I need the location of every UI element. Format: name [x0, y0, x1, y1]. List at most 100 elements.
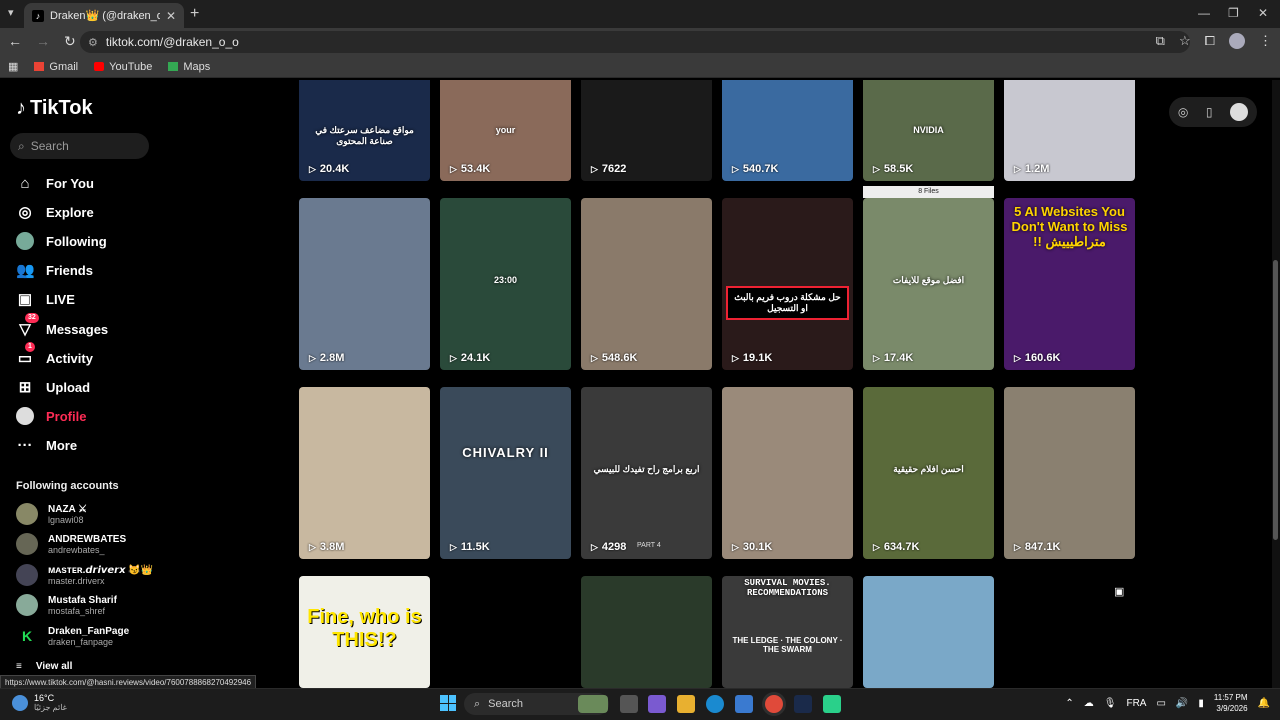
video-card[interactable]: NVIDIA ▷ 58.5K	[863, 80, 994, 181]
weather-temp: 16°C	[34, 693, 55, 703]
video-card[interactable]: حل مشكلة دروب فريم بالبث او التسجيل ▷ 19.1…	[722, 198, 853, 370]
steam-icon[interactable]	[794, 695, 812, 713]
volume-icon[interactable]: 🔊	[1176, 698, 1188, 709]
tiktok-favicon-icon: ♪	[32, 9, 44, 22]
tiktok-logo[interactable]: ♪ TikTok	[16, 97, 93, 120]
profile-avatar[interactable]	[1230, 103, 1249, 121]
video-card[interactable]: your ▷ 53.4K	[440, 80, 571, 181]
search-input[interactable]: ⌕ Search	[10, 133, 149, 159]
video-card[interactable]: Fine, who is THIS!?	[299, 576, 430, 688]
video-card[interactable]: CHIVALRY II ▷ 11.5K	[440, 387, 571, 559]
language-indicator[interactable]: FRA	[1126, 698, 1146, 709]
nav-explore[interactable]: ◎ Explore	[16, 202, 93, 222]
video-card[interactable]: ▷ 548.6K	[581, 198, 712, 370]
chrome-menu-icon[interactable]: ⋮	[1259, 33, 1272, 49]
browser-tab[interactable]: ♪ Draken👑 (@draken_o_o) | Tik ✕	[24, 3, 184, 28]
extensions-icon[interactable]: ⧠	[1205, 33, 1215, 49]
battery-icon[interactable]: ▮	[1198, 698, 1204, 709]
video-card[interactable]: SURVIVAL MOVIES. RECOMMENDATIONS THE LEDG…	[722, 576, 853, 688]
play-icon: ▷	[732, 163, 739, 174]
weather-widget[interactable]: 16°C غائم جزئيًا	[12, 693, 67, 712]
close-tab-icon[interactable]: ✕	[166, 9, 176, 23]
nav-live[interactable]: ▣ LIVE	[16, 289, 75, 309]
play-icon: ▷	[1014, 541, 1021, 552]
view-count: ▷ 634.7K	[873, 541, 919, 553]
widgets-icon[interactable]	[648, 695, 666, 713]
chrome-profile-avatar[interactable]	[1229, 33, 1245, 49]
store-icon[interactable]	[735, 695, 753, 713]
following-account[interactable]: Mustafa Sharif mostafa_shref	[16, 594, 117, 616]
phone-icon[interactable]: ▯	[1206, 105, 1213, 119]
account-name: Mustafa Sharif	[48, 594, 117, 606]
video-card[interactable]: ▷ 30.1K	[722, 387, 853, 559]
edge-icon[interactable]	[706, 695, 724, 713]
network-icon[interactable]: ▭	[1156, 698, 1165, 709]
video-card[interactable]: ▷ 2.8M	[299, 198, 430, 370]
following-account[interactable]: ANDREWBATES andrewbates_	[16, 533, 126, 555]
video-card[interactable]: احسن افلام حقيقية ▷ 634.7K	[863, 387, 994, 559]
following-account[interactable]: K Draken_FanPage draken_fanpage	[16, 625, 129, 647]
bookmark-star-icon[interactable]: ☆	[1179, 33, 1191, 49]
chrome-icon[interactable]	[765, 695, 783, 713]
bookmark-youtube[interactable]: YouTube	[94, 61, 152, 73]
task-view-icon[interactable]	[620, 695, 638, 713]
site-info-icon[interactable]: ⚙	[88, 36, 98, 49]
restore-icon[interactable]: ❐	[1228, 6, 1239, 20]
app-icon[interactable]	[823, 695, 841, 713]
video-card[interactable]: ▷ 1.2M	[1004, 80, 1135, 181]
following-account[interactable]: NAZA ⚔ lgnawi08	[16, 503, 87, 525]
scrollbar-thumb[interactable]	[1273, 260, 1278, 540]
cloud-icon[interactable]: ☁	[1084, 698, 1094, 709]
back-icon[interactable]: ←	[8, 33, 22, 50]
play-icon: ▷	[450, 352, 457, 363]
cast-icon[interactable]: ⧉	[1156, 33, 1165, 49]
clock[interactable]: 11:57 PM 3/9/2026	[1214, 692, 1248, 714]
new-tab-icon[interactable]: +	[190, 5, 199, 23]
taskbar-search-label: Search	[488, 698, 524, 710]
view-all-button[interactable]: ≡ View all	[16, 661, 72, 672]
view-all-label: View all	[35, 661, 73, 672]
windows-start-icon[interactable]	[440, 695, 456, 711]
video-card[interactable]: مواقع مضاعف سرعتك في صناعة المحتوى ▷ 20.4K	[299, 80, 430, 181]
view-count-value: 30.1K	[742, 541, 773, 553]
nav-upload[interactable]: ⊞ Upload	[16, 377, 90, 397]
nav-following[interactable]: Following	[16, 231, 107, 251]
nav-messages[interactable]: ▽ 32 Messages	[16, 313, 108, 339]
video-card[interactable]: ▷ 3.8M	[299, 387, 430, 559]
view-count: ▷ 3.8M	[309, 541, 344, 553]
nav-friends[interactable]: 👥 Friends	[16, 260, 93, 280]
forward-icon[interactable]: →	[36, 33, 50, 50]
reload-icon[interactable]: ↻	[64, 33, 76, 50]
video-card[interactable]: اربع برامج راح تفيدك للبيسي PART 4 ▷ 4298	[581, 387, 712, 559]
address-bar[interactable]: ⚙ tiktok.com/@draken_o_o	[80, 31, 1190, 53]
nav-activity[interactable]: ▭ 1 Activity	[16, 342, 93, 368]
video-card[interactable]	[581, 576, 712, 688]
microphone-icon[interactable]: 🎙	[1104, 698, 1117, 709]
nav-more[interactable]: ··· More	[16, 435, 78, 455]
video-card[interactable]: 23:00 ▷ 24.1K	[440, 198, 571, 370]
tab-list-icon[interactable]: ▾	[8, 6, 14, 19]
file-explorer-icon[interactable]	[677, 695, 695, 713]
bookmark-maps[interactable]: Maps	[168, 61, 210, 73]
compass-small-icon[interactable]: ◎	[1178, 105, 1188, 119]
apps-grid-icon[interactable]: ▦	[8, 60, 18, 73]
bookmark-gmail[interactable]: Gmail	[34, 61, 78, 73]
following-account[interactable]: ᴍᴀsᴛᴇʀ.𝙙𝙧𝙞𝙫𝙚𝙧𝙭 😼👑 master.driverx	[16, 564, 153, 586]
chevron-up-icon[interactable]: ⌃	[1065, 698, 1073, 709]
view-count-value: 3.8M	[319, 541, 345, 553]
nav-for-you[interactable]: ⌂ For You	[16, 173, 93, 193]
video-card[interactable]	[863, 576, 994, 688]
video-card[interactable]: ▷ 540.7K	[722, 80, 853, 181]
video-card[interactable]: ▷ 7622	[581, 80, 712, 181]
video-card[interactable]: 8 Files افضل موقع للايفات ▷ 17.4K	[863, 186, 994, 370]
close-window-icon[interactable]: ✕	[1258, 6, 1268, 20]
notifications-icon[interactable]: 🔔	[1258, 698, 1270, 709]
play-icon: ▷	[450, 163, 457, 174]
video-card[interactable]: 5 AI Websites You Don't Want to Miss !! …	[1004, 198, 1135, 370]
following-accounts-header: Following accounts	[16, 480, 119, 492]
nav-profile[interactable]: Profile	[16, 406, 86, 426]
minimize-icon[interactable]: —	[1198, 6, 1210, 20]
video-card[interactable]: ▷ 847.1K	[1004, 387, 1135, 559]
video-card[interactable]	[440, 576, 571, 688]
video-caption: Fine, who is THIS!?	[307, 606, 422, 651]
